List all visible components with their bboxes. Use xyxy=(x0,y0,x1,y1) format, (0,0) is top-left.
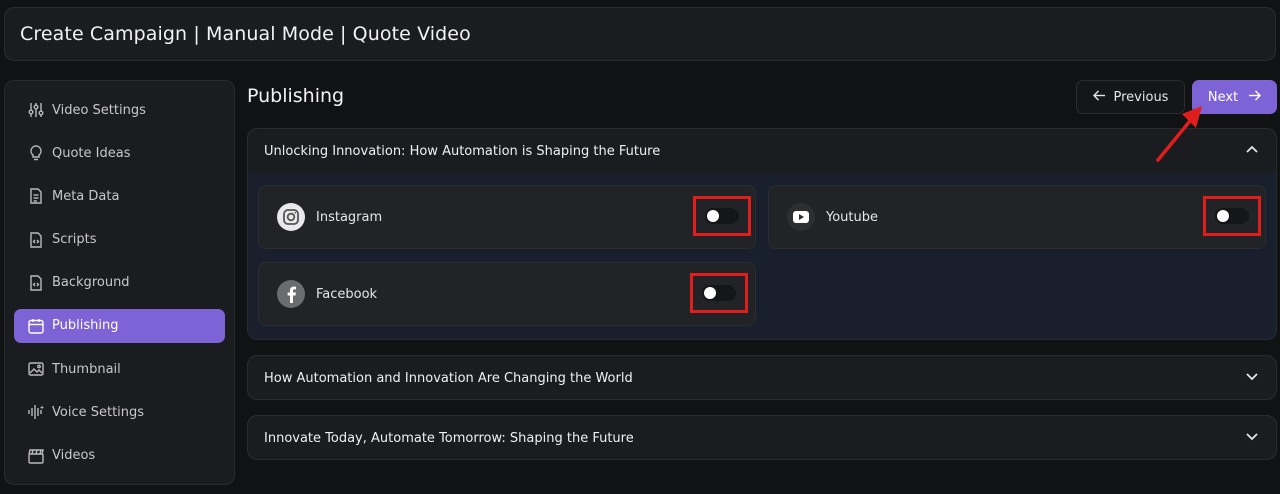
previous-button[interactable]: Previous xyxy=(1076,80,1185,114)
highlight-box xyxy=(693,196,751,236)
page-title: Publishing xyxy=(247,85,345,107)
instagram-icon xyxy=(277,203,305,231)
platform-name: Youtube xyxy=(826,209,878,225)
code-file-icon xyxy=(27,231,45,249)
sidebar-item-publishing[interactable]: Publishing xyxy=(14,308,225,343)
waveform-icon xyxy=(27,403,45,421)
calendar-icon xyxy=(27,317,45,335)
accordion-title: How Automation and Innovation Are Changi… xyxy=(264,370,633,386)
platform-card-youtube: Youtube xyxy=(768,185,1266,249)
accordion-header[interactable]: Innovate Today, Automate Tomorrow: Shapi… xyxy=(248,416,1276,459)
sidebar: Video Settings Quote Ideas Meta Data Scr… xyxy=(4,80,235,485)
clapperboard-icon xyxy=(27,447,45,465)
youtube-toggle[interactable] xyxy=(1215,208,1249,224)
sidebar-item-voice-settings[interactable]: Voice Settings xyxy=(14,395,225,429)
previous-button-label: Previous xyxy=(1113,89,1169,105)
sidebar-item-quote-ideas[interactable]: Quote Ideas xyxy=(14,136,225,170)
chevron-up-icon xyxy=(1244,141,1260,161)
sidebar-item-label: Videos xyxy=(52,448,96,463)
sidebar-item-label: Voice Settings xyxy=(52,404,145,420)
sidebar-item-meta-data[interactable]: Meta Data xyxy=(14,179,225,213)
next-button-label: Next xyxy=(1207,89,1239,105)
accordion-campaign-3: Innovate Today, Automate Tomorrow: Shapi… xyxy=(247,415,1277,460)
header-bar: Create Campaign | Manual Mode | Quote Vi… xyxy=(4,7,1276,61)
highlight-box xyxy=(1203,196,1261,236)
accordion-header[interactable]: How Automation and Innovation Are Changi… xyxy=(248,356,1276,399)
lightbulb-icon xyxy=(27,144,45,162)
sidebar-item-label: Scripts xyxy=(52,232,97,248)
youtube-icon xyxy=(787,203,815,231)
accordion-campaign-2: How Automation and Innovation Are Changi… xyxy=(247,355,1277,400)
platform-name: Instagram xyxy=(316,209,383,225)
arrow-left-icon xyxy=(1092,89,1106,106)
sidebar-item-label: Video Settings xyxy=(52,102,146,118)
sidebar-item-label: Background xyxy=(52,275,130,291)
toggle-knob xyxy=(707,210,719,222)
accordion-header[interactable]: Unlocking Innovation: How Automation is … xyxy=(248,129,1276,173)
accordion-title: Unlocking Innovation: How Automation is … xyxy=(264,143,661,159)
toggle-knob xyxy=(1217,210,1229,222)
sidebar-item-label: Quote Ideas xyxy=(52,145,131,161)
sidebar-item-label: Publishing xyxy=(52,318,119,334)
facebook-toggle[interactable] xyxy=(702,285,736,301)
sidebar-item-background[interactable]: Background xyxy=(14,266,225,300)
image-icon xyxy=(27,360,45,378)
chevron-down-icon xyxy=(1244,368,1260,388)
platform-name: Facebook xyxy=(316,286,378,302)
accordion-body: Instagram Youtube Facebook xyxy=(248,173,1276,339)
sidebar-item-thumbnail[interactable]: Thumbnail xyxy=(14,352,225,386)
sliders-icon xyxy=(27,101,45,119)
arrow-right-icon xyxy=(1248,89,1262,106)
accordion-title: Innovate Today, Automate Tomorrow: Shapi… xyxy=(264,430,634,446)
page-header-title: Create Campaign | Manual Mode | Quote Vi… xyxy=(20,23,471,45)
accordion-campaign-1: Unlocking Innovation: How Automation is … xyxy=(247,128,1277,340)
chevron-down-icon xyxy=(1244,428,1260,448)
code-file-icon xyxy=(27,274,45,292)
platform-card-facebook: Facebook xyxy=(258,262,756,326)
sidebar-item-videos[interactable]: Videos xyxy=(14,439,225,473)
document-icon xyxy=(27,187,45,205)
next-button[interactable]: Next xyxy=(1192,80,1277,114)
sidebar-item-label: Thumbnail xyxy=(52,361,121,377)
sidebar-item-scripts[interactable]: Scripts xyxy=(14,223,225,257)
sidebar-item-label: Meta Data xyxy=(52,188,120,204)
instagram-toggle[interactable] xyxy=(705,208,739,224)
toggle-knob xyxy=(704,287,716,299)
highlight-box xyxy=(690,273,748,313)
facebook-icon xyxy=(277,280,305,308)
sidebar-item-video-settings[interactable]: Video Settings xyxy=(14,93,225,127)
platform-card-instagram: Instagram xyxy=(258,185,756,249)
